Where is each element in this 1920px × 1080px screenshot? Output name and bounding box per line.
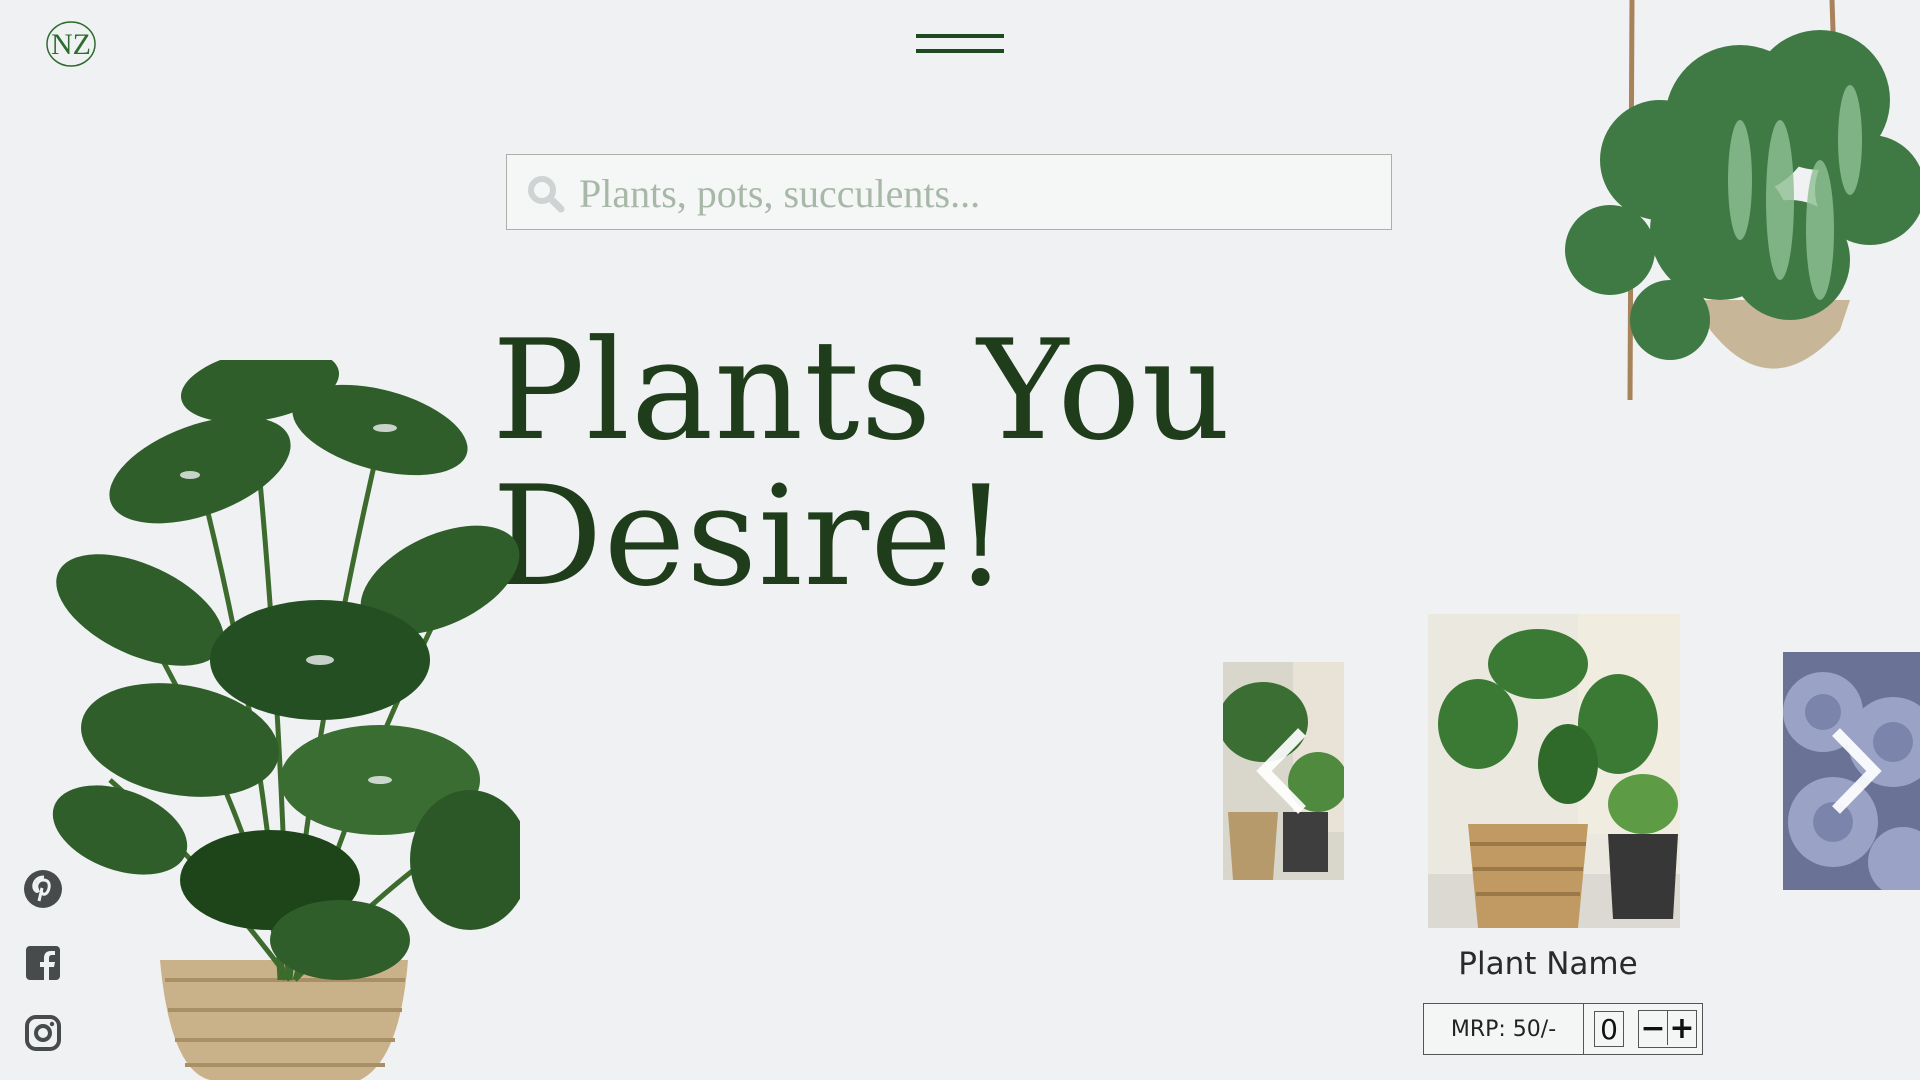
logo-text: NZ	[51, 28, 91, 61]
carousel-card-image[interactable]	[1428, 614, 1680, 928]
decrease-quantity-button[interactable]: −	[1639, 1011, 1668, 1046]
logo-mark: NZ	[46, 21, 96, 67]
hamburger-bar	[916, 49, 1004, 53]
chevron-left-icon[interactable]	[1252, 726, 1312, 816]
brand-logo[interactable]: NZ	[40, 20, 102, 68]
increase-quantity-button[interactable]: +	[1668, 1011, 1696, 1046]
search-icon[interactable]	[525, 173, 567, 215]
product-name: Plant Name	[1458, 946, 1638, 982]
monstera-plant-image	[52, 360, 520, 1080]
hero-line-1: Plants You	[492, 310, 1232, 471]
search-input[interactable]	[577, 155, 1381, 231]
product-price: MRP: 50/-	[1424, 1004, 1584, 1054]
chevron-right-icon[interactable]	[1826, 726, 1886, 816]
hamburger-icon[interactable]	[916, 34, 1004, 56]
hero-line-2: Desire!	[492, 456, 1010, 617]
quantity-stepper: − +	[1638, 1010, 1697, 1048]
hamburger-bar	[916, 34, 1004, 38]
hero-heading: Plants You Desire!	[492, 318, 1231, 610]
search-bar	[506, 154, 1392, 231]
pinterest-icon[interactable]	[22, 868, 64, 910]
instagram-icon[interactable]	[22, 1012, 64, 1054]
facebook-icon[interactable]	[22, 942, 64, 984]
hanging-succulent-image	[1565, 0, 1920, 401]
product-price-row: MRP: 50/- 0 − +	[1423, 1003, 1703, 1055]
quantity-display: 0	[1594, 1011, 1624, 1047]
